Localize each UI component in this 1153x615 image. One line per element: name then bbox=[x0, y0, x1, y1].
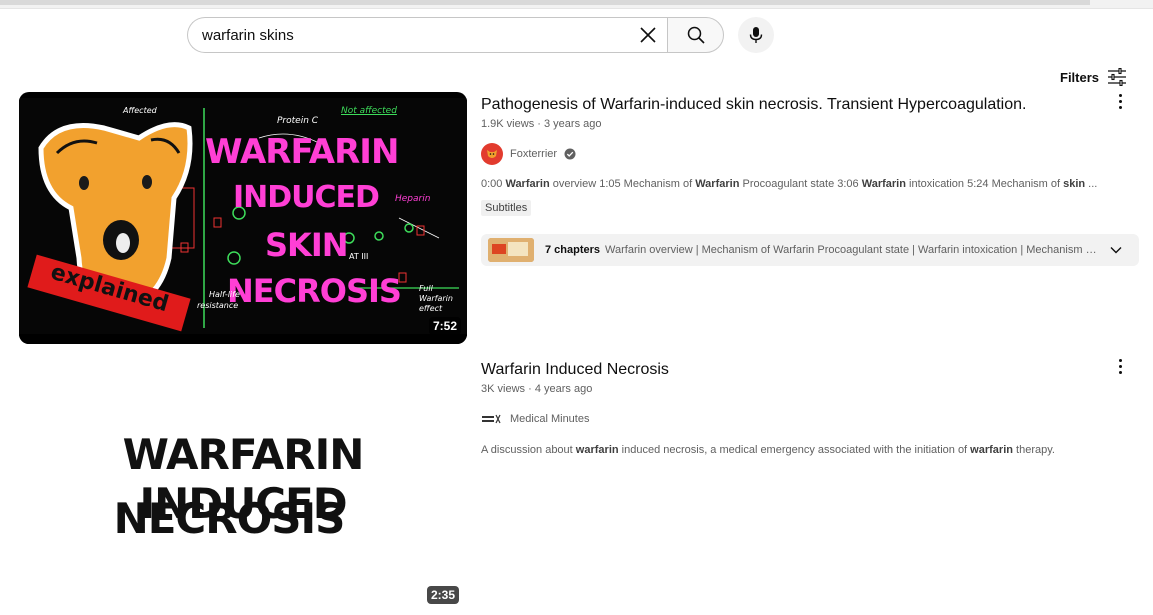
thumbnail-note-half-life: Half-life bbox=[209, 290, 240, 299]
browser-top-strip bbox=[0, 0, 1153, 9]
dot bbox=[1118, 99, 1122, 103]
search-button[interactable] bbox=[667, 17, 724, 53]
highlighted-term: warfarin bbox=[575, 444, 619, 456]
search-box bbox=[187, 17, 668, 53]
highlighted-term: Warfarin bbox=[861, 178, 906, 190]
thumbnail-note-resistance: resistance bbox=[197, 301, 239, 310]
upload-age: 3 years ago bbox=[544, 118, 602, 130]
view-count: 3K views bbox=[481, 383, 526, 395]
highlighted-term: Warfarin bbox=[695, 178, 740, 190]
video-duration: 2:35 bbox=[426, 586, 459, 604]
thumbnail-line2: NECROSIS bbox=[113, 494, 346, 543]
thumbnail-note-affected: Affected bbox=[123, 106, 157, 115]
description-text: 0:00 bbox=[481, 178, 506, 190]
thumbnail-line1: WARFARIN bbox=[205, 132, 399, 172]
chapter-thumbnail bbox=[488, 238, 534, 262]
more-actions-button[interactable] bbox=[1110, 354, 1130, 378]
description-text: ... bbox=[1085, 178, 1098, 190]
channel-name: Medical Minutes bbox=[510, 413, 590, 425]
description-text: therapy. bbox=[1012, 444, 1055, 456]
chapters-list: Warfarin overview | Mechanism of Warfari… bbox=[605, 244, 1099, 256]
description-text: Procoagulant state 3:06 bbox=[739, 178, 862, 190]
meta-separator: · bbox=[537, 118, 544, 130]
video-title[interactable]: Warfarin Induced Necrosis bbox=[481, 361, 669, 379]
video-meta: 1.9K views · 3 years ago bbox=[481, 118, 601, 130]
microphone-icon bbox=[749, 27, 763, 43]
description-text: overview 1:05 Mechanism of bbox=[549, 178, 696, 190]
thumbnail-line3: SKIN bbox=[265, 226, 349, 264]
thumbnail-artwork: WARFARIN INDUCED SKIN NECROSIS explained… bbox=[19, 98, 467, 336]
thumbnail-note-protein-c: Protein C bbox=[277, 116, 319, 126]
more-actions-button[interactable] bbox=[1110, 89, 1130, 113]
highlighted-term: Warfarin bbox=[505, 178, 550, 190]
channel-link[interactable]: Medical Minutes bbox=[481, 411, 589, 427]
thumbnail-note-at3: AT III bbox=[349, 252, 369, 261]
video-meta: 3K views · 4 years ago bbox=[481, 383, 592, 395]
video-thumbnail[interactable]: WARFARIN INDUCED NECROSIS 2:35 bbox=[19, 358, 467, 610]
chapter-thumbnail-art bbox=[488, 238, 534, 262]
channel-link[interactable]: Foxterrier bbox=[481, 143, 576, 165]
description-text: A discussion about bbox=[481, 444, 576, 456]
sliders-icon bbox=[1108, 68, 1127, 86]
description-text: induced necrosis, a medical emergency as… bbox=[618, 444, 971, 456]
highlighted-term: skin bbox=[1063, 178, 1086, 190]
thumbnail-note-not-affected: Not affected bbox=[341, 106, 397, 116]
horizontal-scrollbar[interactable] bbox=[0, 0, 1090, 5]
chapters-count: 7 chapters bbox=[545, 244, 601, 256]
channel-avatar bbox=[481, 411, 503, 427]
dot bbox=[1118, 105, 1122, 109]
dot bbox=[1118, 370, 1122, 374]
clear-search-button[interactable] bbox=[634, 21, 662, 49]
thumbnail-note-full-effect: Full Warfarin effect bbox=[419, 284, 453, 313]
chevron-down-icon bbox=[1110, 247, 1122, 254]
video-description: 0:00 Warfarin overview 1:05 Mechanism of… bbox=[481, 178, 1097, 190]
medical-minutes-logo-icon bbox=[482, 414, 501, 424]
thumbnail-line2: INDUCED bbox=[233, 180, 380, 215]
channel-name: Foxterrier bbox=[510, 148, 558, 160]
thumbnail-line4: NECROSIS bbox=[227, 272, 402, 310]
view-count: 1.9K views bbox=[481, 118, 535, 130]
video-thumbnail[interactable]: WARFARIN INDUCED SKIN NECROSIS explained… bbox=[19, 92, 467, 344]
dot bbox=[1118, 93, 1122, 97]
dot bbox=[1118, 364, 1122, 368]
search-icon bbox=[687, 26, 705, 44]
subtitles-badge: Subtitles bbox=[481, 200, 532, 216]
voice-search-button[interactable] bbox=[738, 17, 774, 53]
chapters-expander[interactable]: 7 chapters Warfarin overview | Mechanism… bbox=[481, 234, 1139, 266]
filters-label: Filters bbox=[1060, 69, 1100, 85]
video-description: A discussion about warfarin induced necr… bbox=[481, 444, 1055, 456]
search-input[interactable] bbox=[202, 18, 622, 52]
filters-button[interactable]: Filters bbox=[1060, 66, 1127, 88]
channel-avatar bbox=[481, 143, 503, 165]
verified-icon bbox=[564, 148, 576, 160]
dog-face-icon bbox=[487, 150, 497, 158]
video-duration: 7:52 bbox=[428, 317, 461, 335]
thumbnail-bottom-bar bbox=[19, 334, 467, 344]
meta-separator: · bbox=[528, 383, 535, 395]
description-text: intoxication 5:24 Mechanism of bbox=[905, 178, 1064, 190]
upload-age: 4 years ago bbox=[534, 383, 593, 395]
close-icon bbox=[640, 27, 656, 43]
video-title[interactable]: Pathogenesis of Warfarin-induced skin ne… bbox=[481, 96, 1026, 114]
thumbnail-note-heparin: Heparin bbox=[395, 194, 431, 204]
dot bbox=[1118, 358, 1122, 362]
highlighted-term: warfarin bbox=[970, 444, 1013, 456]
